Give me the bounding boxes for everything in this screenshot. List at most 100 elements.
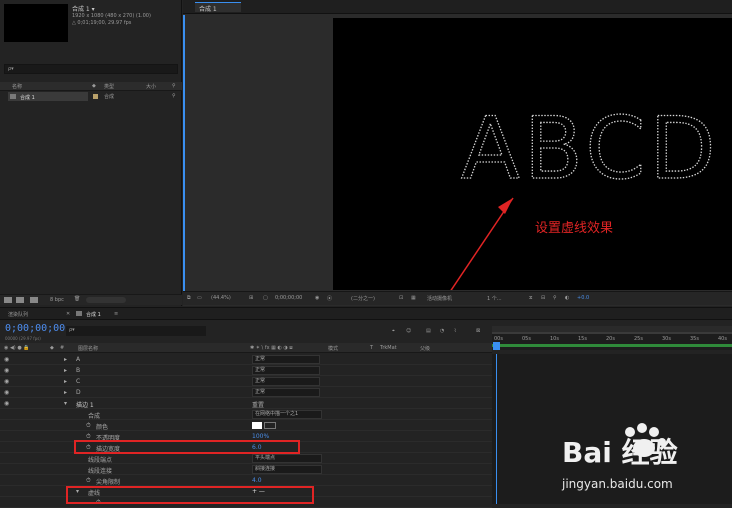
col-layer-name[interactable]: 图层名称	[78, 345, 98, 352]
col-trkmat[interactable]: TrkMat	[380, 345, 397, 351]
exposure-value[interactable]: +0.0	[577, 295, 589, 301]
new-folder-icon[interactable]	[16, 297, 24, 303]
layer-name: D	[76, 389, 81, 396]
composite-value: 在网络中描一个之1	[255, 411, 299, 417]
snapshot-icon[interactable]: ◉	[315, 295, 319, 301]
new-comp-icon[interactable]	[30, 297, 38, 303]
current-time-display[interactable]: 0;00;00;00	[5, 323, 65, 334]
playhead-handle[interactable]	[493, 342, 500, 350]
grid-icon[interactable]: ⊞	[249, 295, 253, 301]
miter-value[interactable]: 4.0	[252, 477, 262, 484]
interpret-footage-icon[interactable]	[4, 297, 12, 303]
av-switches-icon: ◉ ◀) ● 🔒	[4, 345, 30, 351]
eye-icon[interactable]: ◉	[4, 367, 9, 374]
eyedropper-icon[interactable]	[264, 422, 276, 429]
col-type[interactable]: 类型	[104, 83, 114, 90]
line-join-dropdown[interactable]: 斜接连接	[252, 465, 322, 474]
layer-row[interactable]: ◉ ▸ B 正常	[0, 365, 492, 376]
line-cap-dropdown[interactable]: 平头端点	[252, 454, 322, 463]
eye-icon[interactable]: ◉	[4, 389, 9, 396]
expand-arrow-icon[interactable]: ▸	[64, 389, 67, 396]
layer-row[interactable]: ◉ ▸ C 正常	[0, 376, 492, 387]
resolution-dropdown[interactable]: (二分之一)	[351, 295, 375, 302]
graph-editor-icon[interactable]: ⌇	[454, 328, 456, 334]
reset-link[interactable]: 重置	[252, 400, 264, 409]
project-comp-name[interactable]: 合成 1 ▾	[72, 4, 95, 13]
col-parent[interactable]: 父级	[420, 345, 430, 352]
trash-icon[interactable]: 🗑	[74, 296, 80, 302]
playhead-line[interactable]	[496, 354, 497, 504]
reset-exposure-icon[interactable]: ◐	[565, 295, 569, 301]
stopwatch-icon[interactable]: ⏱	[86, 477, 91, 485]
always-preview-icon[interactable]: ⧉	[187, 295, 191, 301]
zoom-slider[interactable]	[492, 332, 732, 334]
eye-icon[interactable]: ◉	[4, 378, 9, 385]
comp-mini-flowchart-icon[interactable]: ⊠	[476, 328, 480, 334]
property-line-cap[interactable]: 线段端点 平头端点	[0, 453, 492, 464]
tab-render-queue[interactable]: 渲染队列	[8, 311, 28, 318]
ruler-tick: 10s	[550, 336, 559, 342]
footer-scrollbar[interactable]	[86, 297, 126, 303]
shy-layers-icon[interactable]: ☺	[406, 328, 411, 334]
close-icon[interactable]: ✕	[66, 311, 70, 317]
composite-dropdown[interactable]: 在网络中描一个之1	[252, 410, 322, 419]
color-swatch[interactable]	[252, 422, 262, 429]
composition-canvas[interactable]: ABCD 设置虚线效果	[333, 18, 732, 290]
frame-blending-icon[interactable]: ▤	[426, 328, 431, 334]
expand-arrow-icon[interactable]: ▸	[64, 367, 67, 374]
property-color[interactable]: ⏱ 颜色	[0, 420, 492, 431]
stopwatch-icon[interactable]: ⏱	[86, 422, 91, 430]
eye-icon[interactable]: ◉	[4, 356, 9, 363]
project-search-input[interactable]: ρ▾	[4, 64, 178, 74]
transparency-grid-icon[interactable]: ▦	[411, 295, 416, 301]
roi-icon[interactable]: ⊡	[399, 295, 403, 301]
timeline-icon[interactable]: ⊟	[541, 295, 545, 301]
flowchart-icon[interactable]: ⚲	[172, 83, 176, 89]
tab-menu-icon[interactable]: ≡	[114, 311, 118, 317]
fast-preview-icon[interactable]: ⧖	[529, 295, 533, 301]
expand-arrow-icon[interactable]: ▸	[64, 356, 67, 363]
comp-thumbnail	[4, 4, 68, 42]
zoom-dropdown[interactable]: (44.4%)	[211, 295, 231, 301]
col-size[interactable]: 大小	[146, 83, 156, 90]
effect-row-stroke[interactable]: ◉ ▾ 描边 1 重置	[0, 398, 492, 409]
mode-dropdown[interactable]: 正常	[252, 388, 320, 397]
draft-3d-icon[interactable]: ⌖	[392, 328, 395, 334]
eye-icon[interactable]: ◉	[4, 400, 9, 407]
tab-composition[interactable]: 合成 1	[195, 2, 241, 13]
mode-dropdown[interactable]: 正常	[252, 355, 320, 364]
channel-icon[interactable]: ⦿	[327, 295, 332, 302]
viewer-timecode[interactable]: 0;00;00;00	[275, 295, 302, 301]
layer-row[interactable]: ◉ ▸ A ✱ ⁄ 正常	[0, 354, 492, 365]
expand-arrow-icon[interactable]: ▸	[64, 378, 67, 385]
bpc-label[interactable]: 8 bpc	[50, 297, 64, 303]
mask-icon[interactable]: ▢	[263, 295, 268, 301]
mode-dropdown[interactable]: 正常	[252, 377, 320, 386]
views-dropdown[interactable]: 1 个...	[487, 295, 502, 302]
property-line-join[interactable]: 线段连接 斜接连接	[0, 464, 492, 475]
comp-icon	[10, 94, 16, 99]
opacity-value[interactable]: 100%	[252, 433, 269, 440]
tab-timeline-comp[interactable]: 合成 1	[86, 311, 101, 318]
ruler-tick: 05s	[522, 336, 531, 342]
collapse-arrow-icon[interactable]: ▾	[64, 400, 67, 407]
col-name[interactable]: 名称	[12, 83, 22, 90]
display-icon[interactable]: ▭	[197, 295, 202, 301]
label-color-swatch[interactable]	[93, 94, 98, 99]
flowchart-toolbar-icon[interactable]: ⚲	[553, 295, 557, 301]
col-mode[interactable]: 模式	[328, 345, 338, 352]
project-item-comp[interactable]: 合成 1	[8, 92, 88, 101]
mode-dropdown[interactable]: 正常	[252, 366, 320, 375]
comp-tab-icon	[76, 311, 82, 316]
timeline-search-input[interactable]: ρ▾	[66, 326, 206, 336]
camera-dropdown[interactable]: 活动摄像机	[427, 295, 452, 302]
motion-blur-icon[interactable]: ◔	[440, 328, 444, 334]
mode-value: 正常	[255, 367, 266, 373]
fps-note: 00000 (29.97 fps)	[5, 336, 41, 341]
layer-row[interactable]: ◉ ▸ D 正常	[0, 387, 492, 398]
annotation-arrowhead	[498, 198, 513, 214]
property-miter-limit[interactable]: ⏱ 尖角限制 4.0	[0, 475, 492, 486]
project-column-header: 名称 ◆ 类型 大小 ⚲	[0, 82, 182, 91]
property-composite[interactable]: 合成 在网络中描一个之1	[0, 409, 492, 420]
item-flow-icon: ⚲	[172, 93, 176, 99]
